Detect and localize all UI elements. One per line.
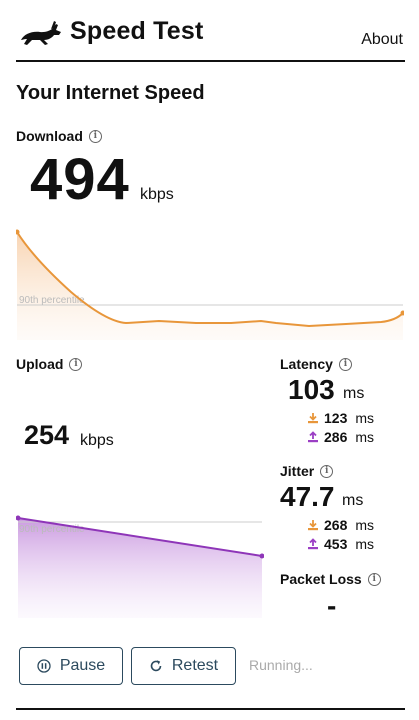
latency-upload-unit: ms bbox=[355, 429, 375, 445]
section-title: Your Internet Speed bbox=[16, 82, 205, 104]
status-text: Running... bbox=[249, 657, 313, 673]
jitter-value: 47.7 bbox=[280, 481, 335, 512]
upload-speed-value: 254 bbox=[24, 420, 70, 450]
packet-loss-label: Packet Loss i bbox=[280, 571, 381, 587]
jitter-upload-value: 453 bbox=[324, 536, 348, 552]
latency-label: Latency i bbox=[280, 356, 352, 372]
latency-value: 103 bbox=[288, 374, 335, 405]
latency-download-unit: ms bbox=[355, 410, 375, 426]
latency-download-row: 123 ms bbox=[307, 410, 374, 426]
latency-upload-value: 286 bbox=[324, 429, 348, 445]
latency-upload-row: 286 ms bbox=[307, 429, 374, 445]
latency-download-value: 123 bbox=[324, 410, 348, 426]
latency-label-text: Latency bbox=[280, 356, 333, 372]
retest-button[interactable]: Retest bbox=[131, 647, 236, 685]
jitter-upload-row: 453 ms bbox=[307, 536, 374, 552]
upload-percentile-label: 90th percentile bbox=[19, 524, 85, 535]
upload-arrow-icon bbox=[308, 431, 318, 443]
upload-chart: 90th percentile bbox=[16, 515, 264, 618]
upload-arrow-icon bbox=[308, 538, 318, 550]
download-chart: 90th percentile bbox=[16, 229, 404, 340]
retest-button-label: Retest bbox=[171, 657, 219, 674]
packet-loss-label-text: Packet Loss bbox=[280, 571, 362, 587]
info-icon[interactable]: i bbox=[69, 357, 83, 371]
jitter-label: Jitter i bbox=[280, 463, 334, 479]
pause-icon bbox=[37, 659, 51, 673]
pause-button-label: Pause bbox=[59, 657, 106, 674]
header: Speed Test About bbox=[16, 0, 405, 62]
upload-label-text: Upload bbox=[16, 356, 64, 372]
download-arrow-icon bbox=[308, 520, 318, 531]
jitter-download-value: 268 bbox=[324, 517, 348, 533]
jitter-label-text: Jitter bbox=[280, 463, 315, 479]
app-title: Speed Test bbox=[70, 17, 204, 45]
packet-loss-value: - bbox=[327, 590, 337, 621]
upload-speed-unit: kbps bbox=[80, 432, 114, 449]
info-icon[interactable]: i bbox=[338, 357, 352, 371]
about-link[interactable]: About bbox=[361, 31, 403, 49]
download-speed-value: 494 bbox=[30, 147, 130, 212]
jitter-download-unit: ms bbox=[355, 517, 375, 533]
jitter-upload-unit: ms bbox=[355, 536, 375, 552]
download-speed-unit: kbps bbox=[140, 186, 174, 203]
jitter-unit: ms bbox=[342, 492, 364, 509]
download-arrow-icon bbox=[308, 413, 318, 424]
info-icon[interactable]: i bbox=[320, 464, 334, 478]
info-icon[interactable]: i bbox=[88, 129, 102, 143]
pause-button[interactable]: Pause bbox=[19, 647, 123, 685]
footer-divider bbox=[16, 708, 405, 710]
jitter-download-row: 268 ms bbox=[307, 517, 374, 533]
download-label: Download i bbox=[16, 128, 102, 144]
refresh-icon bbox=[150, 660, 162, 672]
latency-unit: ms bbox=[343, 385, 365, 402]
upload-label: Upload i bbox=[16, 356, 83, 372]
info-icon[interactable]: i bbox=[367, 572, 381, 586]
download-label-text: Download bbox=[16, 128, 83, 144]
rabbit-logo-icon bbox=[21, 21, 61, 45]
